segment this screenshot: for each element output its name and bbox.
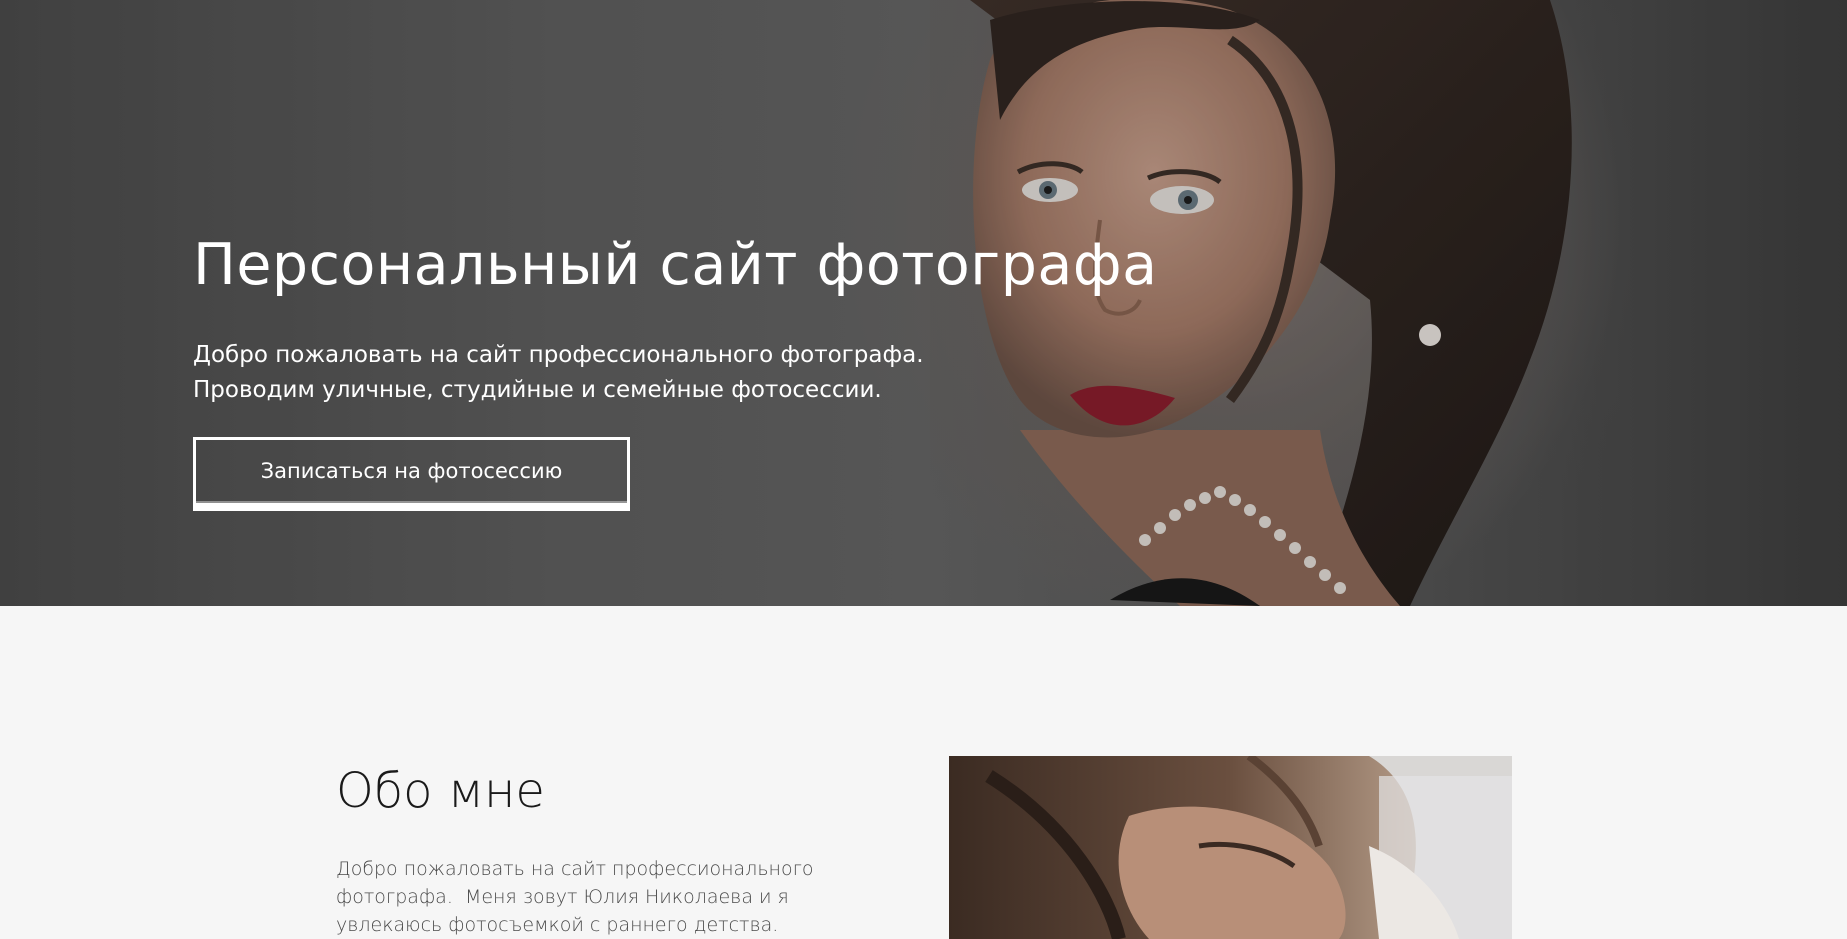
hero-subtitle-line-2: Проводим уличные, студийные и семейные ф… <box>193 377 882 403</box>
about-title: Обо мне <box>336 763 545 819</box>
hero-subtitle-line-1: Добро пожаловать на сайт профессионально… <box>193 342 924 368</box>
about-text-line-2: фотографа. Меня зовут Юлия Николаева и я <box>336 886 789 908</box>
hero-portrait-image <box>930 0 1630 606</box>
about-text: Добро пожаловать на сайт профессионально… <box>336 855 856 939</box>
hero-title: Персональный сайт фотографа <box>193 232 1158 298</box>
hero-subtitle: Добро пожаловать на сайт профессионально… <box>193 338 924 408</box>
about-photo-image <box>949 756 1512 939</box>
about-text-line-1: Добро пожаловать на сайт профессионально… <box>336 858 814 880</box>
about-text-line-3: увлекаюсь фотосъемкой с раннего детства. <box>336 914 779 936</box>
book-photoshoot-button-label: Записаться на фотосессию <box>196 440 627 503</box>
hero-section: Персональный сайт фотографа Добро пожало… <box>0 0 1847 606</box>
photographer-photo-icon <box>949 756 1512 939</box>
book-photoshoot-button[interactable]: Записаться на фотосессию <box>193 437 630 511</box>
about-section: Обо мне Добро пожаловать на сайт професс… <box>0 606 1847 939</box>
